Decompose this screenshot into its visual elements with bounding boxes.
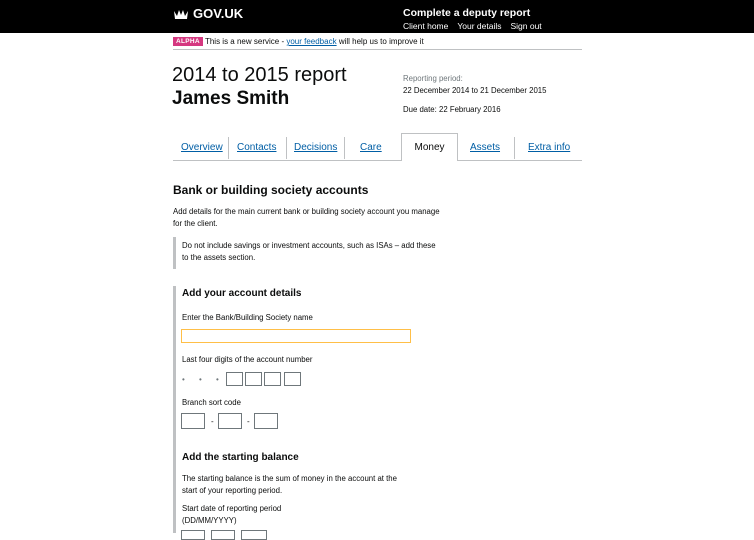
client-name: James Smith	[172, 88, 290, 109]
sort-code-separator: -	[211, 417, 214, 426]
account-digits-label: Last four digits of the account number	[182, 355, 313, 364]
account-digit-input[interactable]	[284, 372, 301, 386]
sign-out-link[interactable]: Sign out	[510, 21, 541, 31]
alpha-tag: ALPHA	[173, 37, 203, 46]
tab-decisions[interactable]: Decisions	[294, 142, 337, 153]
balance-help-line: start of your reporting period.	[182, 485, 283, 495]
account-details-heading: Add your account details	[182, 288, 302, 299]
inset-line: Do not include savings or investment acc…	[182, 241, 436, 250]
tab-divider	[286, 137, 287, 159]
tab-overview[interactable]: Overview	[181, 142, 223, 153]
start-year-input[interactable]	[241, 530, 267, 540]
account-digit-input[interactable]	[245, 372, 262, 386]
logo-text: GOV.UK	[193, 6, 244, 21]
inset-border	[173, 237, 176, 269]
start-date-hint: (DD/MM/YYYY)	[182, 515, 237, 525]
sort-code-input-1[interactable]	[181, 413, 205, 429]
your-details-link[interactable]: Your details	[457, 21, 501, 31]
feedback-link[interactable]: your feedback	[286, 37, 336, 46]
intro-line: for the client.	[173, 218, 218, 228]
start-month-input[interactable]	[211, 530, 235, 540]
reporting-period-value: 22 December 2014 to 21 December 2015	[403, 86, 547, 95]
sort-code-label: Branch sort code	[182, 398, 241, 407]
inset-line: to the assets section.	[182, 252, 256, 262]
tab-divider	[344, 137, 345, 159]
due-date: Due date: 22 February 2016	[403, 105, 501, 114]
starting-balance-heading: Add the starting balance	[182, 452, 299, 463]
start-day-input[interactable]	[181, 530, 205, 540]
sort-code-separator: -	[247, 417, 250, 426]
crown-icon	[174, 10, 188, 19]
report-title: 2014 to 2015 report	[172, 64, 347, 86]
tab-care[interactable]: Care	[360, 142, 382, 153]
header-nav: Client home Your details Sign out	[403, 21, 542, 31]
section-intro: Add details for the main current bank or…	[173, 206, 440, 229]
balance-help: The starting balance is the sum of money…	[182, 473, 397, 496]
bank-name-input[interactable]	[181, 329, 411, 343]
phase-banner: ALPHA This is a new service - your feedb…	[173, 37, 582, 50]
phase-text-before: This is a new service -	[204, 37, 287, 46]
bank-name-label: Enter the Bank/Building Society name	[182, 313, 313, 322]
govuk-header: GOV.UK Complete a deputy report Client h…	[0, 0, 754, 33]
sort-code-input-2[interactable]	[218, 413, 242, 429]
intro-line: Add details for the main current bank or…	[173, 207, 440, 216]
tab-divider	[228, 137, 229, 159]
balance-help-line: The starting balance is the sum of money…	[182, 474, 397, 483]
section-heading: Bank or building society accounts	[173, 183, 369, 197]
client-home-link[interactable]: Client home	[403, 21, 448, 31]
start-date-label-text: Start date of reporting period	[182, 504, 282, 513]
govuk-logo[interactable]: GOV.UK	[173, 6, 243, 21]
report-tabs: Overview Contacts Decisions Care Assets …	[173, 133, 582, 161]
tab-contacts[interactable]: Contacts	[237, 142, 276, 153]
account-digit-input[interactable]	[226, 372, 243, 386]
phase-text-after: will help us to improve it	[336, 37, 424, 46]
tab-extra-info[interactable]: Extra info	[528, 142, 570, 153]
form-panel-border	[173, 286, 176, 533]
account-digit-input[interactable]	[264, 372, 281, 386]
inset-text: Do not include savings or investment acc…	[182, 240, 436, 263]
reporting-period-label: Reporting period:	[403, 74, 463, 83]
tab-divider	[514, 137, 515, 159]
tab-money[interactable]: Money	[401, 133, 458, 161]
sort-code-input-3[interactable]	[254, 413, 278, 429]
service-title[interactable]: Complete a deputy report	[403, 7, 530, 19]
tab-assets[interactable]: Assets	[470, 142, 500, 153]
start-date-label: Start date of reporting period (DD/MM/YY…	[182, 503, 281, 526]
